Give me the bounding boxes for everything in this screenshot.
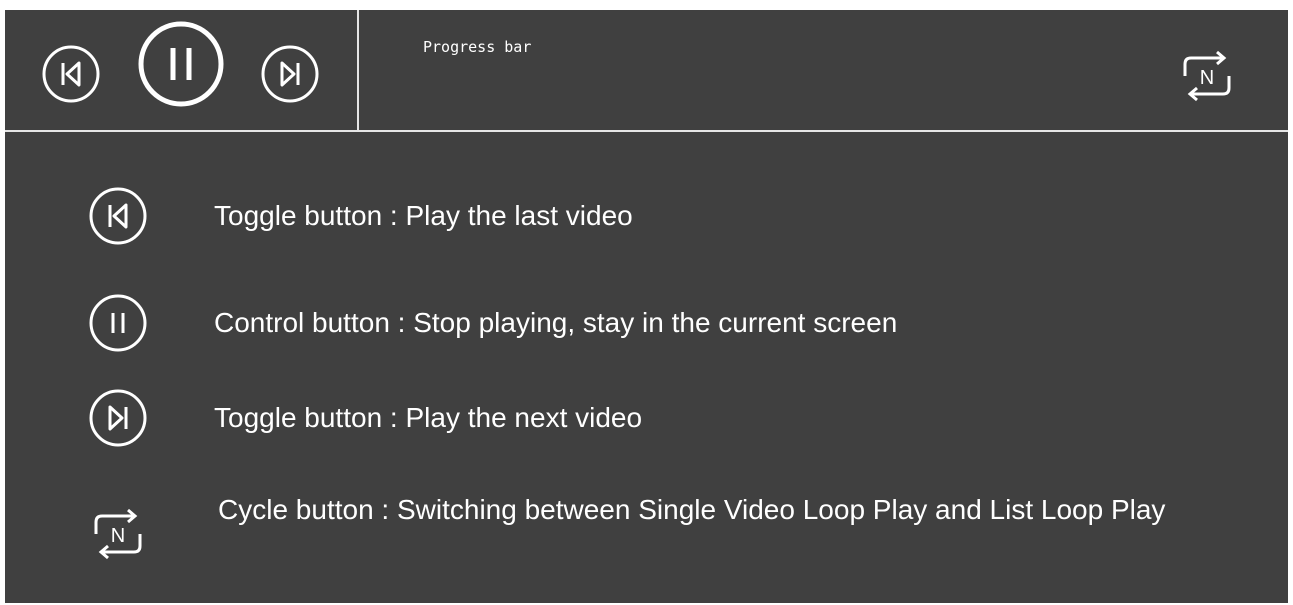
control-divider xyxy=(357,10,359,130)
pause-icon xyxy=(138,21,224,107)
legend-cycle-icon-wrap: N xyxy=(88,506,148,566)
player-control-bar: Progress bar N xyxy=(5,10,1288,132)
svg-text:N: N xyxy=(1200,67,1214,89)
svg-text:N: N xyxy=(111,525,125,547)
pause-button[interactable] xyxy=(137,20,225,108)
progress-bar-label[interactable]: Progress bar xyxy=(423,38,531,56)
skip-next-icon xyxy=(89,389,147,447)
repeat-n-icon: N xyxy=(1183,50,1231,102)
legend-text: Control button : Stop playing, stay in t… xyxy=(214,307,898,338)
skip-previous-icon xyxy=(89,187,147,245)
legend-previous-icon-wrap xyxy=(88,186,148,250)
pause-icon xyxy=(89,294,147,352)
next-button[interactable] xyxy=(260,44,320,104)
legend-text: Cycle button : Switching between Single … xyxy=(218,494,1166,525)
previous-button[interactable] xyxy=(41,44,101,104)
legend-text: Toggle button : Play the next video xyxy=(214,402,643,433)
legend-text: Toggle button : Play the last video xyxy=(214,200,633,231)
legend-next-icon-wrap xyxy=(88,388,148,452)
legend-pause-icon-wrap xyxy=(88,293,148,357)
repeat-n-icon: N xyxy=(94,508,142,560)
skip-next-icon xyxy=(261,45,319,103)
skip-previous-icon xyxy=(42,45,100,103)
cycle-button[interactable]: N xyxy=(1177,48,1237,104)
player-panel: Progress bar N Toggle button : Play the … xyxy=(5,10,1288,603)
